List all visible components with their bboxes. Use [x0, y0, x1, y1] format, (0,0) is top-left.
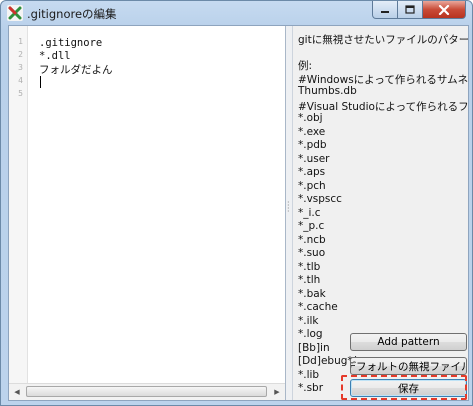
line-number: 4: [18, 76, 23, 85]
help-text-line: *.bak: [298, 288, 326, 300]
text-caret: [40, 76, 41, 88]
editor-window: .gitignoreの編集 1 2 3 4 5 .gitignore *.dll: [0, 0, 473, 406]
help-text-line: *.log: [298, 328, 323, 340]
help-text-line: [Dd]ebug*/: [298, 355, 357, 367]
help-text-line: *.ilk: [298, 315, 319, 327]
help-text-line: *.pdb: [298, 139, 327, 151]
minimize-icon: [381, 10, 389, 13]
line-number: 1: [18, 37, 23, 46]
gitignore-text-editor[interactable]: 1 2 3 4 5 .gitignore *.dll フォルダだよん ◀ ▶: [9, 26, 286, 400]
help-text-line: *.cache: [298, 301, 338, 313]
help-text-line: *.user: [298, 153, 330, 165]
help-text-line: *.lib: [298, 369, 320, 381]
code-line: フォルダだよん: [39, 64, 113, 76]
help-panel: gitに無視させたいファイルのパターンを指定してください。 例: #Window…: [293, 26, 468, 400]
title-bar[interactable]: .gitignoreの編集: [1, 1, 472, 25]
client-area: 1 2 3 4 5 .gitignore *.dll フォルダだよん ◀ ▶ ·…: [8, 25, 469, 401]
help-text-line: *_i.c: [298, 207, 321, 219]
save-button[interactable]: 保存: [350, 379, 467, 397]
code-line: .gitignore: [39, 37, 103, 49]
scroll-right-icon[interactable]: ▶: [269, 384, 285, 400]
caption-buttons: [372, 1, 466, 19]
pane-splitter[interactable]: · · · ·: [286, 26, 293, 400]
help-text-line: *.aps: [298, 166, 326, 178]
close-icon: [438, 4, 450, 15]
help-text-line: *.suo: [298, 247, 326, 259]
help-text-line: 例:: [298, 60, 313, 72]
help-text-line: *.sbr: [298, 382, 324, 394]
line-number: 3: [18, 63, 23, 72]
horizontal-scrollbar[interactable]: ◀ ▶: [9, 383, 285, 400]
help-text-line: *_p.c: [298, 220, 325, 232]
minimize-button[interactable]: [372, 1, 398, 19]
scroll-left-icon[interactable]: ◀: [9, 384, 25, 400]
add-pattern-button[interactable]: Add pattern: [350, 333, 467, 351]
line-number: 2: [18, 50, 23, 59]
help-text-line: #Visual Studioによって作られるファイルを無視: [298, 101, 468, 113]
help-text-line: *.tlb: [298, 261, 321, 273]
window-title: .gitignoreの編集: [27, 7, 117, 21]
splitter-grip-icon: · · · ·: [287, 198, 290, 216]
line-number-gutter: 1 2 3 4 5: [9, 26, 28, 384]
help-text-line: *.exe: [298, 126, 326, 138]
code-line: *.dll: [39, 50, 71, 62]
horizontal-scroll-thumb[interactable]: [26, 386, 267, 397]
line-number: 5: [18, 89, 23, 98]
help-text-line: *.pch: [298, 180, 326, 192]
help-text-line: gitに無視させたいファイルのパターンを指定してください。: [298, 34, 468, 46]
help-text-line: *.tlh: [298, 274, 321, 286]
help-text-line: [Bb]in: [298, 342, 330, 354]
close-button[interactable]: [423, 1, 466, 19]
maximize-icon: [405, 5, 415, 14]
maximize-button[interactable]: [398, 1, 423, 19]
default-ignore-files-button[interactable]: デフォルトの無視ファイル: [350, 357, 467, 375]
help-text-line: *.obj: [298, 112, 323, 124]
help-text-line: *.vspscc: [298, 193, 342, 205]
help-text-line: *.ncb: [298, 234, 326, 246]
help-text-line: Thumbs.db: [298, 85, 357, 97]
app-icon: [7, 5, 23, 21]
